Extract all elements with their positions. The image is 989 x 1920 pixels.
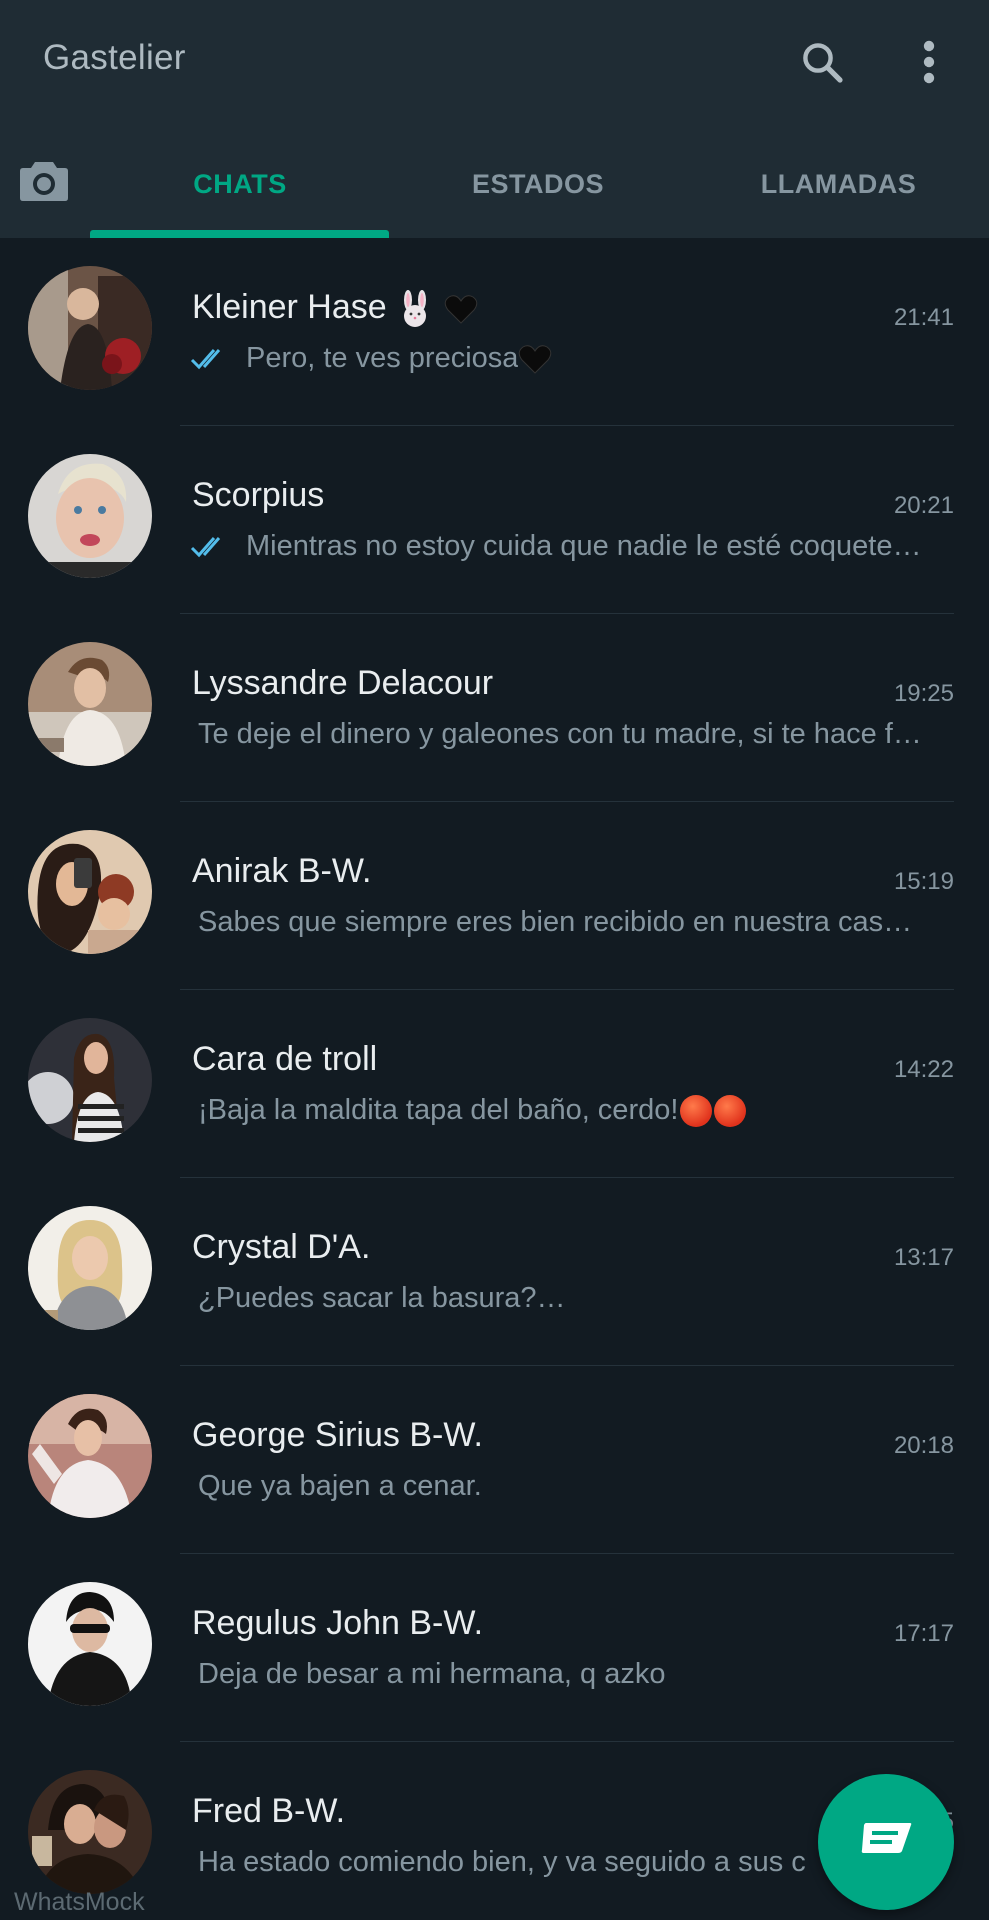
- chat-preview: Que ya bajen a cenar.: [198, 1470, 482, 1502]
- chat-preview: ¿Puedes sacar la basura?…: [198, 1282, 566, 1314]
- chat-row[interactable]: Kleiner Hase 21:41 Pero, te ves preciosa: [0, 238, 989, 426]
- chat-time: 14:22: [893, 1056, 954, 1083]
- app-title: Gastelier: [43, 38, 186, 77]
- chat-name: Fred B-W.: [192, 1792, 346, 1830]
- more-vert-icon: [923, 40, 935, 84]
- chat-preview: Pero, te ves preciosa: [190, 342, 940, 375]
- chat-time: 13:17: [893, 1244, 954, 1271]
- avatar: [28, 266, 152, 390]
- chat-preview: ¡Baja la maldita tapa del baño, cerdo!: [198, 1094, 948, 1127]
- chat-time: 20:18: [893, 1432, 954, 1459]
- avatar: [28, 1394, 152, 1518]
- avatar: [28, 1770, 152, 1894]
- chat-list[interactable]: Kleiner Hase 21:41 Pero, te ves preciosa…: [0, 238, 989, 1920]
- chat-preview: Te deje el dinero y galeones con tu madr…: [198, 718, 922, 750]
- avatar: [28, 1206, 152, 1330]
- chat-name: George Sirius B-W.: [192, 1416, 483, 1454]
- angry-face-icon: [714, 1094, 747, 1127]
- chat-preview: Sabes que siempre eres bien recibido en …: [198, 906, 913, 938]
- rabbit-face-icon: [404, 290, 427, 328]
- tab-estados[interactable]: ESTADOS: [388, 130, 688, 238]
- chat-name: Kleiner Hase: [192, 288, 478, 328]
- camera-tab[interactable]: [14, 150, 74, 210]
- avatar: [28, 642, 152, 766]
- chat-name: Lyssandre Delacour: [192, 664, 494, 702]
- angry-face-icon: [680, 1094, 713, 1127]
- chat-row[interactable]: George Sirius B-W. 20:18 Que ya bajen a …: [0, 1366, 989, 1554]
- chat-time: 20:21: [893, 492, 954, 519]
- avatar: [28, 830, 152, 954]
- chat-preview: Deja de besar a mi hermana, q azko: [198, 1658, 666, 1690]
- search-button[interactable]: [782, 22, 862, 102]
- active-tab-indicator: [90, 230, 389, 238]
- chat-name: Anirak B-W.: [192, 852, 372, 890]
- chat-name: Scorpius: [192, 476, 325, 514]
- chat-name: Crystal D'A.: [192, 1228, 371, 1266]
- more-options-button[interactable]: [889, 22, 969, 102]
- chat-row[interactable]: Crystal D'A. 13:17 ¿Puedes sacar la basu…: [0, 1178, 989, 1366]
- chat-name: Cara de troll: [192, 1040, 378, 1078]
- avatar: [28, 1018, 152, 1142]
- chat-row[interactable]: Regulus John B-W. 17:17 Deja de besar a …: [0, 1554, 989, 1742]
- chat-row[interactable]: Cara de troll 14:22 ¡Baja la maldita tap…: [0, 990, 989, 1178]
- chat-row[interactable]: Anirak B-W. 15:19 Sabes que siempre eres…: [0, 802, 989, 990]
- search-icon: [803, 43, 843, 83]
- chat-time: 19:25: [893, 680, 954, 707]
- chat-row[interactable]: Lyssandre Delacour 19:25 Te deje el dine…: [0, 614, 989, 802]
- new-chat-icon: [861, 1823, 912, 1853]
- double-check-read-icon: [190, 536, 221, 557]
- avatar: [28, 454, 152, 578]
- watermark: WhatsMock: [14, 1888, 145, 1916]
- tab-llamadas[interactable]: LLAMADAS: [688, 130, 989, 238]
- camera-icon: [20, 162, 68, 201]
- chat-time: 17:17: [893, 1620, 954, 1647]
- black-heart-icon: [444, 295, 477, 324]
- chat-name: Regulus John B-W.: [192, 1604, 484, 1642]
- black-heart-icon: [519, 344, 552, 374]
- avatar: [28, 1582, 152, 1706]
- chat-time: 15:19: [893, 868, 954, 895]
- tab-bar: CHATS ESTADOS LLAMADAS: [0, 130, 989, 238]
- chat-time: 21:41: [893, 304, 954, 331]
- chat-row[interactable]: Scorpius 20:21 Mientras no estoy cuida q…: [0, 426, 989, 614]
- tab-chats[interactable]: CHATS: [90, 130, 390, 238]
- double-check-read-icon: [190, 348, 221, 369]
- chat-preview: Mientras no estoy cuida que nadie le est…: [190, 530, 940, 563]
- new-chat-button[interactable]: [818, 1774, 954, 1910]
- top-app-bar: Gastelier CHATS ESTADOS LLAMADAS: [0, 0, 989, 238]
- whatsapp-app: Gastelier CHATS ESTADOS LLAMADAS Kleiner…: [0, 0, 989, 1920]
